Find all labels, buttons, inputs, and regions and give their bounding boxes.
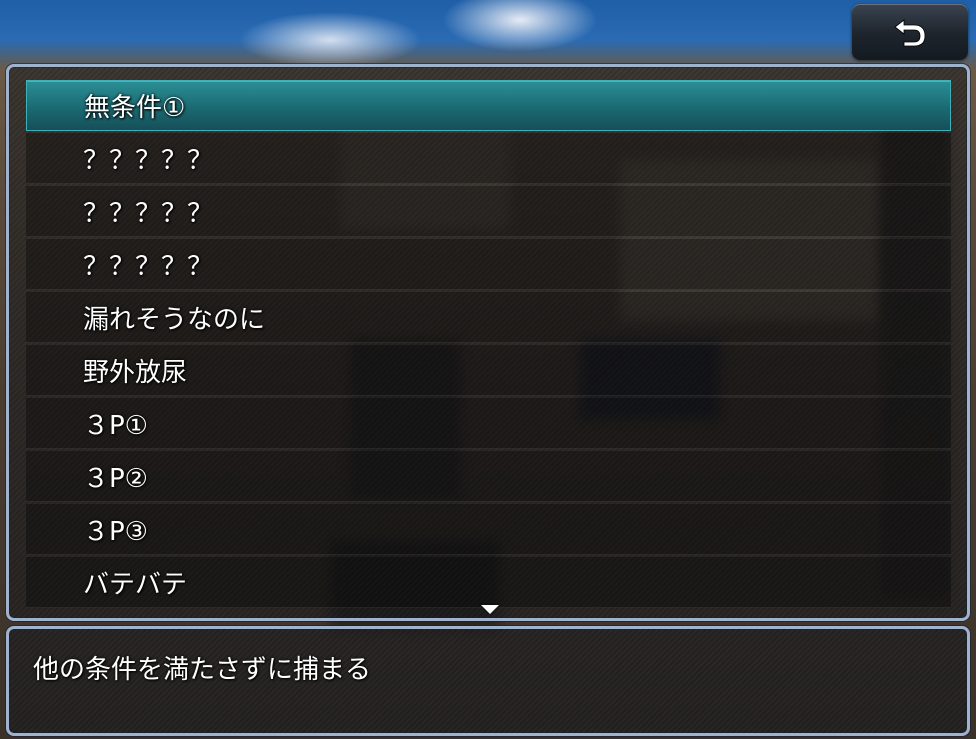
scene-list-window: 無条件① ？？？？？ ？？？？？ ？？？？？ 漏れそうなのに 野外放尿 ３P① … bbox=[6, 64, 970, 621]
help-text: 他の条件を満たさずに捕まる bbox=[33, 655, 372, 685]
list-item-label: ？？？？？ bbox=[83, 145, 214, 176]
list-item-label: 無条件① bbox=[84, 93, 186, 123]
list-item[interactable]: ３P① bbox=[26, 398, 951, 449]
list-item[interactable]: バテバテ bbox=[26, 557, 951, 608]
list-item-label: ３P② bbox=[83, 463, 148, 494]
list-item-label: 野外放尿 bbox=[83, 357, 188, 388]
list-item[interactable]: ？？？？？ bbox=[26, 186, 951, 237]
list-item-label: バテバテ bbox=[83, 569, 188, 600]
scroll-down-arrow-icon[interactable] bbox=[481, 605, 499, 614]
list-item[interactable]: ？？？？？ bbox=[26, 239, 951, 290]
list-item-label: ？？？？？ bbox=[83, 251, 214, 282]
return-arrow-icon bbox=[894, 19, 926, 47]
back-button[interactable] bbox=[852, 4, 968, 60]
list-item[interactable]: 無条件① bbox=[26, 80, 951, 131]
list-item[interactable]: ？？？？？ bbox=[26, 133, 951, 184]
list-item[interactable]: 野外放尿 bbox=[26, 345, 951, 396]
help-window: 他の条件を満たさずに捕まる bbox=[6, 626, 970, 736]
list-item-label: ３P③ bbox=[83, 516, 148, 547]
list-item-label: 漏れそうなのに bbox=[83, 304, 266, 335]
list-item-label: ３P① bbox=[83, 410, 148, 441]
list-item[interactable]: ３P② bbox=[26, 451, 951, 502]
list-item[interactable]: 漏れそうなのに bbox=[26, 292, 951, 343]
list-item-label: ？？？？？ bbox=[83, 198, 214, 229]
list-item[interactable]: ３P③ bbox=[26, 504, 951, 555]
scene-list: 無条件① ？？？？？ ？？？？？ ？？？？？ 漏れそうなのに 野外放尿 ３P① … bbox=[26, 80, 951, 608]
